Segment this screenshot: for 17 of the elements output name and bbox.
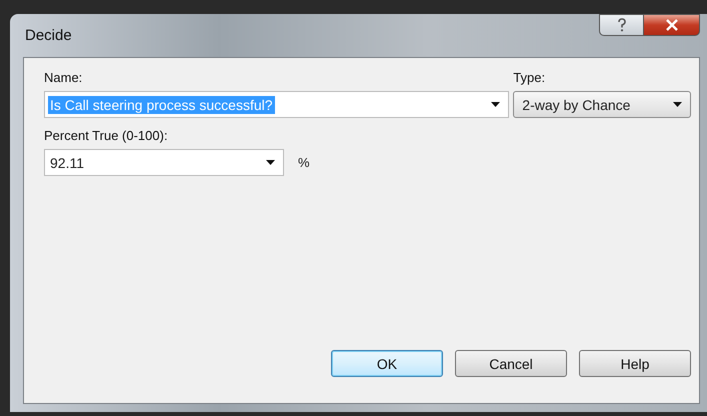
- type-dropdown[interactable]: 2-way by Chance: [513, 91, 691, 118]
- dropdown-arrow-icon[interactable]: [491, 102, 500, 107]
- dialog-button[interactable]: Cancel: [455, 350, 567, 377]
- close-icon: [664, 19, 678, 31]
- percent-unit: %: [298, 155, 310, 170]
- dialog-button[interactable]: Help: [579, 350, 691, 377]
- dropdown-arrow-icon[interactable]: [673, 102, 682, 107]
- percent-combo-field[interactable]: 92.11: [44, 149, 284, 176]
- name-label: Name:: [44, 69, 82, 87]
- dropdown-arrow-icon[interactable]: [266, 160, 275, 165]
- dialog-button[interactable]: OK: [331, 350, 443, 377]
- help-button[interactable]: [599, 14, 644, 36]
- type-label: Type:: [513, 69, 546, 87]
- close-button[interactable]: [644, 14, 700, 36]
- percent-label: Percent True (0-100):: [44, 127, 168, 145]
- question-mark-icon: [616, 18, 628, 32]
- window-title: Decide: [24, 27, 72, 44]
